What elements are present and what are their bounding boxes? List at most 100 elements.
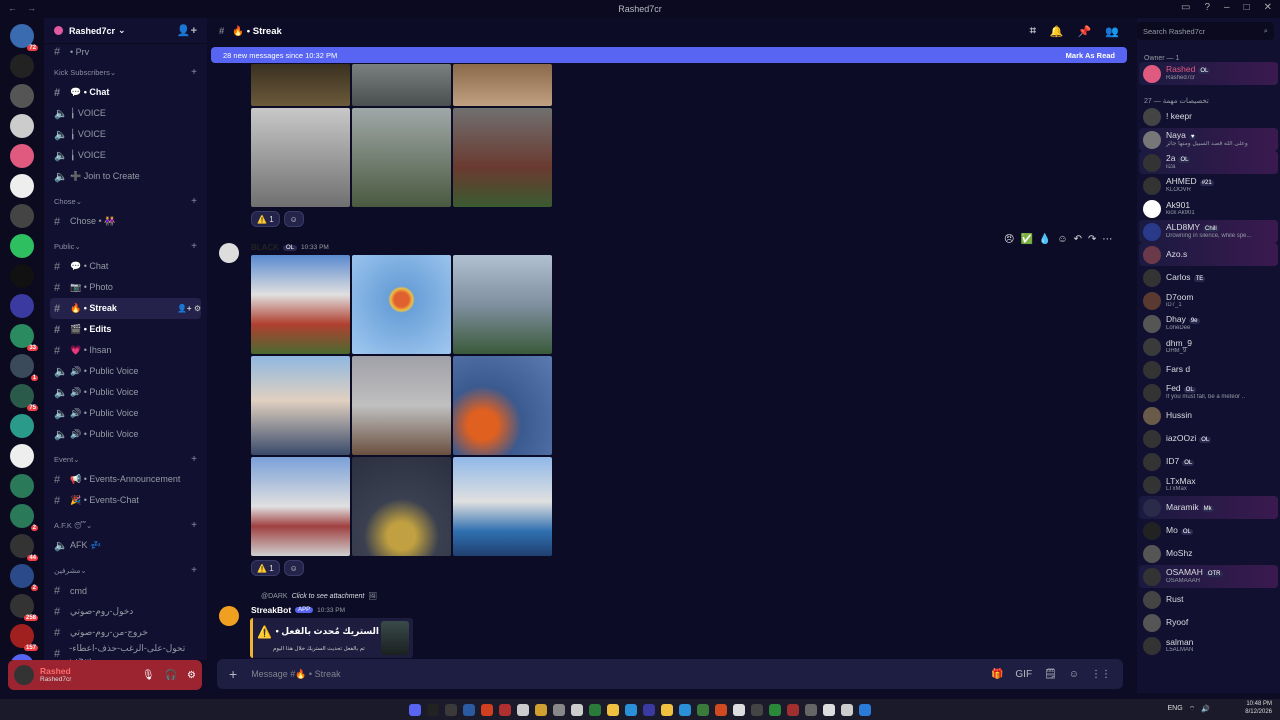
avatar[interactable] [1143,360,1161,379]
channel-item[interactable]: # 📢 • Events-Announcement [50,469,201,490]
member-item[interactable]: Maramik Mk [1139,496,1278,519]
channel-item[interactable]: 🔈 🔊 • Public Voice [50,424,201,445]
avatar[interactable] [219,243,239,263]
avatar[interactable] [1143,613,1161,632]
server-icon[interactable]: 1 [10,354,38,381]
taskbar-app-icon[interactable] [481,703,493,716]
message-input[interactable]: Message #🔥 • Streak [251,669,340,680]
channel-item[interactable]: 🔈 ➕ Join to Create [50,166,201,187]
forward-icon[interactable]: → [27,3,36,13]
add-channel-icon[interactable]: + [191,196,201,207]
threads-icon[interactable]: ⌗ [1030,25,1036,38]
reaction-pill[interactable]: ⚠️ 1 [251,560,280,576]
gift-icon[interactable]: 🎁 [991,669,1003,680]
member-item[interactable]: Azo.s [1139,243,1278,266]
check-react-icon[interactable]: ✅ [1020,234,1032,245]
reply-reference[interactable]: @DARK Click to see attachment 🖼 [261,592,377,601]
server-icon[interactable]: 258 [10,594,38,621]
minimize-button[interactable]: – [1224,2,1230,13]
member-item[interactable]: Mo OL [1139,519,1278,542]
add-channel-icon[interactable]: + [191,454,201,465]
member-item[interactable]: Rust [1139,588,1278,611]
add-channel-icon[interactable]: + [191,67,201,78]
avatar[interactable] [1143,406,1161,425]
notifications-icon[interactable]: 🔔 [1050,25,1064,38]
server-header[interactable]: Rashed7cr ⌄ 👤+ [44,18,207,44]
taskbar-app-icon[interactable] [859,703,871,716]
member-item[interactable]: MoShz [1139,542,1278,565]
photo-thumbnail[interactable] [251,255,350,354]
taskbar-app-icon[interactable] [787,703,799,716]
taskbar-app-icon[interactable] [715,703,727,716]
avatar[interactable] [1143,429,1161,448]
add-channel-icon[interactable]: + [191,565,201,576]
server-icon[interactable] [10,234,34,258]
member-item[interactable]: Fed OL If you must fall, be a meteor .. [1139,381,1278,404]
channel-item[interactable]: # 🎉 • Events-Chat [50,490,201,511]
member-item[interactable]: dhm_9 DHM_9 [1139,335,1278,358]
photo-thumbnail[interactable] [453,457,552,556]
member-item[interactable]: Carlos TE [1139,266,1278,289]
taskbar-app-icon[interactable] [463,703,475,716]
avatar[interactable] [1143,498,1161,517]
author-name[interactable]: BLACK [251,243,279,252]
channel-category[interactable]: Public ⌄ + [50,236,201,256]
headphones-icon[interactable]: 🎧 [165,670,177,681]
channel-item[interactable]: # 📷 • Photo [50,277,201,298]
avatar[interactable] [1143,636,1161,655]
server-icon[interactable] [10,444,34,468]
channel-item[interactable]: 🔈 🔊 • Public Voice [50,403,201,424]
server-icon[interactable] [10,84,34,108]
member-item[interactable]: ! keepr [1139,105,1278,128]
reaction-pill[interactable]: ⚠️ 1 [251,211,280,227]
taskbar-app-icon[interactable] [427,703,439,716]
member-item[interactable]: ALD8MY Chill Drowning in silence, while sp… [1139,220,1278,243]
channel-item[interactable]: # • Prv [50,46,201,58]
avatar[interactable] [1143,222,1161,241]
message-composer[interactable]: + Message #🔥 • Streak 🎁 GIF 🗒 ☺ ⋮⋮ [217,659,1123,689]
channel-category[interactable]: Kick Subscribers ⌄ + [50,62,201,82]
back-icon[interactable]: ← [8,3,17,13]
taskbar-app-icon[interactable] [571,703,583,716]
author-name[interactable]: StreakBot [251,605,291,615]
server-icon[interactable]: 2 [10,504,38,531]
add-reaction-icon[interactable]: ☺ [1057,234,1067,245]
add-reaction-button[interactable]: ☺ [283,560,304,576]
server-icon[interactable] [10,474,34,498]
close-button[interactable]: ✕ [1264,2,1272,13]
channel-item[interactable]: 🔈 AFK 💤 [50,535,201,556]
channel-category[interactable]: مشرفين ⌄ + [50,560,201,580]
channel-item[interactable]: 🔈 ╽ VOICE [50,103,201,124]
channel-item[interactable]: # 💬 • Chat [50,82,201,103]
photo-thumbnail[interactable] [453,64,552,106]
member-item[interactable]: Rashed OL Rashed7cr [1139,62,1278,85]
channel-item[interactable]: 🔈 🔊 • Public Voice [50,361,201,382]
add-member-icon[interactable]: 👤+ [177,24,197,37]
taskbar-app-icon[interactable] [499,703,511,716]
bot-avatar[interactable] [219,606,239,626]
server-icon[interactable] [10,414,34,438]
add-attachment-icon[interactable]: + [229,666,237,682]
maximize-button[interactable]: □ [1244,2,1250,13]
embed-thumbnail[interactable] [381,621,409,655]
avatar[interactable] [1143,291,1161,310]
avatar[interactable] [14,665,34,685]
server-icon[interactable]: 75 [10,384,38,411]
channel-category[interactable]: Chose ⌄ + [50,191,201,211]
photo-thumbnail[interactable] [453,108,552,207]
member-item[interactable]: Ryoof [1139,611,1278,634]
channel-item[interactable]: # 🎬 • Edits [50,319,201,340]
taskbar-app-icon[interactable] [553,703,565,716]
channel-item[interactable]: 🔈 🔊 • Public Voice [50,382,201,403]
photo-thumbnail[interactable] [251,108,350,207]
server-icon[interactable] [10,144,34,168]
taskbar-app-icon[interactable] [607,703,619,716]
water-react-icon[interactable]: 💧 [1039,234,1051,245]
server-icon[interactable]: 72 [10,24,38,51]
taskbar-app-icon[interactable] [823,703,835,716]
taskbar-app-icon[interactable] [805,703,817,716]
channel-item[interactable]: # تحول-على-الرغب-حذف-اعطاء-سحب [50,643,201,661]
avatar[interactable] [1143,567,1161,586]
server-icon[interactable] [10,114,34,138]
channel-item[interactable]: # 🔥 • Streak 👤+ ⚙ [50,298,201,319]
